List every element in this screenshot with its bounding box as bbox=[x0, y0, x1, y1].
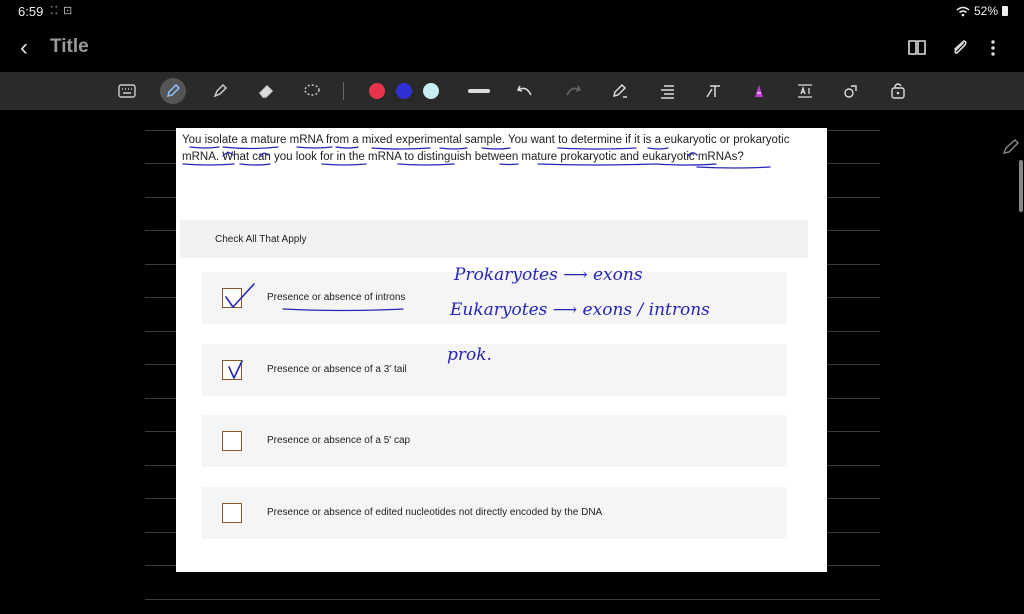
undo-icon[interactable] bbox=[512, 78, 538, 104]
color-swatch-light-blue bbox=[423, 83, 439, 99]
text-icon[interactable] bbox=[700, 78, 726, 104]
scrollbar[interactable] bbox=[1019, 160, 1023, 212]
lock-icon[interactable] bbox=[885, 78, 911, 104]
notification-icons: ⁚⁚ ⊡ bbox=[50, 5, 74, 17]
color-light-blue[interactable] bbox=[418, 78, 444, 104]
color-blue[interactable] bbox=[391, 78, 417, 104]
title-bar: ‹ Title bbox=[0, 26, 1024, 70]
instruction-text: Check All That Apply bbox=[215, 234, 307, 245]
option-5-cap[interactable]: Presence or absence of a 5' cap bbox=[202, 415, 787, 467]
back-button[interactable]: ‹ bbox=[20, 34, 28, 62]
text-box-icon[interactable] bbox=[792, 78, 818, 104]
option-edited-nucleotides[interactable]: Presence or absence of edited nucleotide… bbox=[202, 487, 787, 539]
pen-settings-icon[interactable] bbox=[607, 78, 633, 104]
instruction-bar: Check All That Apply bbox=[180, 220, 808, 258]
lasso-icon[interactable] bbox=[299, 78, 325, 104]
status-right: 52% bbox=[956, 4, 1008, 18]
status-bar: 6:59 ⁚⁚ ⊡ 52% bbox=[0, 0, 1024, 24]
question-text: You isolate a mature mRNA from a mixed e… bbox=[182, 134, 790, 163]
battery-percent: 52% bbox=[973, 4, 998, 18]
battery-icon bbox=[1002, 6, 1008, 16]
wifi-icon bbox=[956, 6, 970, 16]
clock: 6:59 bbox=[18, 4, 44, 19]
option-label: Presence or absence of a 5' cap bbox=[267, 435, 411, 446]
checkbox[interactable] bbox=[222, 431, 242, 451]
eraser-icon[interactable] bbox=[253, 78, 279, 104]
option-label: Presence or absence of introns bbox=[267, 292, 406, 303]
page-title[interactable]: Title bbox=[50, 36, 89, 58]
question-card: You isolate a mature mRNA from a mixed e… bbox=[176, 128, 827, 572]
option-label: Presence or absence of a 3' tail bbox=[267, 364, 407, 375]
color-swatch-red bbox=[369, 83, 385, 99]
shape-a-icon[interactable] bbox=[746, 78, 772, 104]
attach-icon[interactable] bbox=[950, 38, 970, 63]
option-3-tail[interactable]: Presence or absence of a 3' tail bbox=[202, 344, 787, 396]
checkbox[interactable] bbox=[222, 288, 242, 308]
toolbar-divider bbox=[343, 82, 344, 100]
checkbox[interactable] bbox=[222, 503, 242, 523]
line-thickness-icon[interactable] bbox=[466, 78, 492, 104]
option-label: Presence or absence of edited nucleotide… bbox=[267, 507, 603, 518]
page-rule bbox=[145, 599, 880, 600]
drawing-toolbar bbox=[0, 72, 1024, 110]
pen-cursor-icon bbox=[1002, 138, 1020, 161]
keyboard-icon[interactable] bbox=[114, 78, 140, 104]
highlighter-icon[interactable] bbox=[207, 78, 233, 104]
more-icon[interactable] bbox=[988, 38, 998, 63]
redo-icon[interactable] bbox=[560, 78, 586, 104]
pen-icon[interactable] bbox=[160, 78, 186, 104]
checkbox[interactable] bbox=[222, 360, 242, 380]
book-icon[interactable] bbox=[907, 38, 927, 61]
shapes-icon[interactable] bbox=[838, 78, 864, 104]
option-introns[interactable]: Presence or absence of introns bbox=[202, 272, 787, 324]
color-red[interactable] bbox=[364, 78, 390, 104]
text-align-icon[interactable] bbox=[654, 78, 680, 104]
color-swatch-blue bbox=[396, 83, 412, 99]
